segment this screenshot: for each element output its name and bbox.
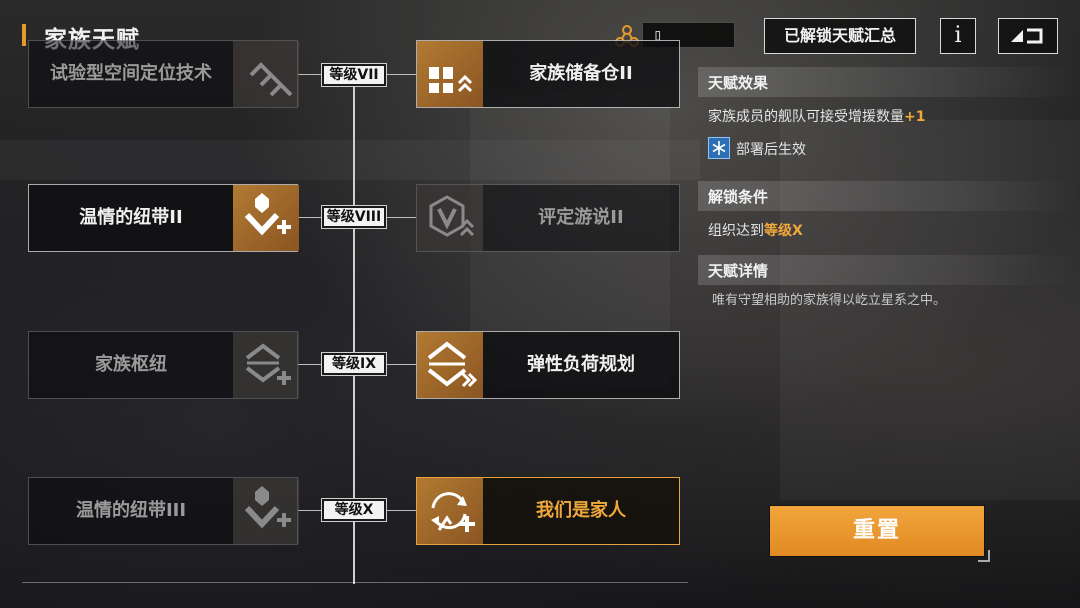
- talent-icon-storage: [417, 41, 483, 107]
- effect-description: 家族成员的舰队可接受增援数量+1: [708, 106, 925, 126]
- talent-label: 弹性负荷规划: [527, 354, 635, 375]
- effect-section-header: 天赋效果: [698, 67, 1080, 97]
- talent-card-right-2[interactable]: 评定游说II: [416, 184, 680, 252]
- level-tag: 等级VIII: [321, 205, 387, 229]
- level-tag: 等级IX: [321, 352, 387, 376]
- corner-bracket: [978, 550, 990, 562]
- talent-label: 温情的纽带II: [79, 207, 183, 228]
- unlock-text: 组织达到: [708, 223, 764, 239]
- unlock-condition: 组织达到等级X: [708, 220, 803, 240]
- talent-icon-positioning: [233, 41, 299, 107]
- level-tag: 等级X: [321, 498, 387, 522]
- talent-tree: 试验型空间定位技术 等级VII 家族储备仓II 温情的纽带II 等级VIII 评…: [0, 40, 700, 608]
- back-button[interactable]: [998, 18, 1058, 54]
- talent-card-left-4[interactable]: 温情的纽带III: [28, 477, 299, 545]
- back-arrow-icon: [1011, 28, 1043, 44]
- effect-text: 家族成员的舰队可接受增援数量: [708, 109, 904, 125]
- title-accent-bar: [22, 24, 26, 46]
- details-section-header: 天赋详情: [698, 255, 1080, 285]
- talent-label: 温情的纽带III: [75, 500, 187, 521]
- section-title: 天赋效果: [708, 74, 769, 92]
- talent-label: 家族储备仓II: [529, 63, 633, 84]
- effect-bonus: +1: [904, 109, 926, 125]
- unlock-level: 等级X: [764, 223, 803, 239]
- talent-card-left-3[interactable]: 家族枢纽: [28, 331, 299, 399]
- reset-label: 重置: [852, 518, 901, 543]
- section-title: 天赋详情: [708, 262, 769, 280]
- talent-label: 家族枢纽: [95, 354, 167, 375]
- talent-card-right-3[interactable]: 弹性负荷规划: [416, 331, 680, 399]
- info-button[interactable]: i: [940, 18, 976, 54]
- talent-icon-family: [417, 478, 483, 544]
- deploy-note: 部署后生效: [736, 142, 806, 158]
- talent-card-left-2[interactable]: 温情的纽带II: [28, 184, 299, 252]
- talent-icon-hub: [233, 332, 299, 398]
- snowflake-deploy-icon: [708, 137, 730, 159]
- reset-button[interactable]: 重置: [770, 506, 990, 562]
- talent-label: 评定游说II: [538, 207, 624, 228]
- talent-icon-evaluation: [417, 185, 483, 251]
- talent-detail-panel: 天赋效果 家族成员的舰队可接受增援数量+1 部署后生效 解锁条件 组织达到等级X…: [698, 64, 1080, 608]
- talent-icon-bond: [233, 185, 299, 251]
- talent-card-right-1[interactable]: 家族储备仓II: [416, 40, 680, 108]
- talent-icon-bond: [233, 478, 299, 544]
- section-title: 解锁条件: [708, 188, 769, 206]
- talent-icon-load-planning: [417, 332, 483, 398]
- unlocked-talents-summary-button[interactable]: 已解锁天赋汇总: [764, 18, 916, 54]
- talent-card-right-4[interactable]: 我们是家人: [416, 477, 680, 545]
- tree-bottom-divider: [22, 582, 688, 583]
- unlock-section-header: 解锁条件: [698, 181, 1080, 211]
- flavor-text: 唯有守望相助的家族得以屹立星系之中。: [712, 293, 947, 308]
- talent-label: 试验型空间定位技术: [50, 63, 212, 84]
- talent-card-left-1[interactable]: 试验型空间定位技术: [28, 40, 299, 108]
- level-tag: 等级VII: [321, 63, 387, 87]
- talent-label: 我们是家人: [536, 500, 626, 521]
